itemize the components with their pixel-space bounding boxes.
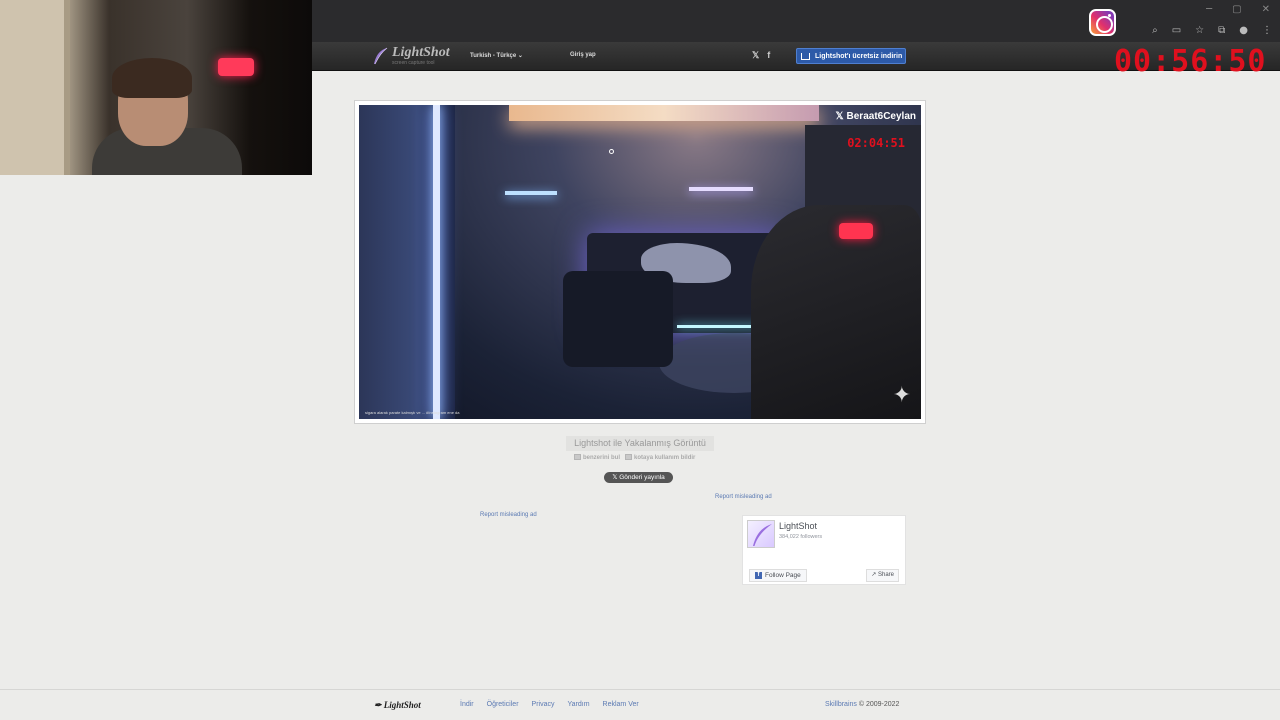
footer-logo[interactable]: ✒ LightShot bbox=[374, 700, 421, 711]
report-abuse-link[interactable]: kotaya kullanım bildir bbox=[625, 454, 695, 461]
copyright: Skillbrains © 2009-2022 bbox=[825, 701, 899, 708]
extensions-icon[interactable]: ⧉ bbox=[1218, 25, 1225, 36]
social-links: 𝕏 f bbox=[752, 50, 770, 61]
shelf-right bbox=[689, 187, 753, 191]
find-similar-link[interactable]: benzerini bul bbox=[574, 454, 620, 461]
footer-link-privacy[interactable]: Privacy bbox=[532, 701, 555, 708]
caption-links: benzerini bul kotaya kullanım bildir bbox=[574, 454, 695, 461]
stream-timer: 02:04:51 bbox=[847, 136, 905, 150]
screenshot-frame: 𝕏 Beraat6Ceylan 02:04:51 sigara alarak p… bbox=[354, 100, 926, 424]
led-strip bbox=[433, 105, 440, 419]
stream-caption: sigara alarak parate kalmıştı ve ... #In… bbox=[365, 410, 460, 415]
skillbrains-link[interactable]: Skillbrains bbox=[825, 701, 857, 708]
image-caption-title: Lightshot ile Yakalanmış Görüntü bbox=[566, 436, 714, 451]
share-icon: ↗ bbox=[871, 572, 878, 578]
close-button[interactable]: ✕ bbox=[1262, 4, 1270, 15]
flag-icon bbox=[625, 454, 633, 460]
cursor-ring bbox=[609, 149, 614, 154]
shelf-left bbox=[505, 191, 557, 195]
footer-links: İndir Öğreticiler Privacy Yardım Reklam … bbox=[460, 701, 639, 708]
share-button[interactable]: ↗ Share bbox=[866, 569, 899, 582]
ceiling-light bbox=[509, 105, 819, 121]
report-ad-link-left[interactable]: Report misleading ad bbox=[480, 512, 537, 518]
red-light bbox=[839, 223, 873, 239]
instagram-icon bbox=[1089, 9, 1116, 36]
feather-icon bbox=[374, 47, 388, 65]
x-logo-icon: 𝕏 bbox=[835, 111, 844, 122]
footer-logo-text: LightShot bbox=[383, 700, 421, 710]
window-controls: ─ ▢ ✕ bbox=[1206, 4, 1270, 15]
zoom-icon[interactable]: ⌕ bbox=[1152, 25, 1158, 36]
download-button-label: Lightshot'ı ücretsiz indirin bbox=[815, 52, 903, 60]
image-icon bbox=[574, 454, 581, 460]
footer-link-help[interactable]: Yardım bbox=[567, 701, 589, 708]
follower-count: 384,022 followers bbox=[779, 534, 823, 540]
follow-page-label: Follow Page bbox=[765, 572, 801, 579]
streamer-name: Beraat6Ceylan bbox=[846, 111, 916, 122]
maximize-button[interactable]: ▢ bbox=[1232, 4, 1241, 15]
logo-tagline: screen capture tool bbox=[392, 60, 435, 66]
bookmark-star-icon[interactable]: ☆ bbox=[1195, 25, 1204, 36]
overlay-timer: 00:56:50 bbox=[1114, 44, 1267, 79]
sparkle-icon: ✦ bbox=[892, 383, 911, 408]
footer-link-advertise[interactable]: Reklam Ver bbox=[603, 701, 639, 708]
screenshot-image[interactable]: 𝕏 Beraat6Ceylan 02:04:51 sigara alarak p… bbox=[359, 105, 921, 419]
page-name[interactable]: LightShot bbox=[779, 521, 817, 531]
report-ad-link-right[interactable]: Report misleading ad bbox=[715, 494, 772, 500]
logo-name: LightShot bbox=[392, 45, 450, 60]
language-select[interactable]: Turkish - Türkçe ⌄ bbox=[470, 52, 523, 59]
page-avatar[interactable] bbox=[747, 520, 775, 548]
footer-link-download[interactable]: İndir bbox=[460, 701, 474, 708]
facebook-widget: LightShot 384,022 followers f Follow Pag… bbox=[742, 515, 906, 585]
copyright-text: © 2009-2022 bbox=[856, 701, 900, 708]
feather-icon: ✒ bbox=[374, 700, 384, 710]
facebook-icon: f bbox=[755, 572, 762, 579]
door bbox=[359, 105, 455, 419]
site-logo[interactable]: LightShot screen capture tool bbox=[372, 46, 450, 66]
tweet-button-label: Gönderi yayınla bbox=[619, 474, 665, 481]
report-abuse-label: kotaya kullanım bildir bbox=[634, 455, 696, 461]
download-button[interactable]: Lightshot'ı ücretsiz indirin bbox=[796, 48, 906, 64]
webcam-red-light bbox=[218, 58, 254, 76]
follow-page-button[interactable]: f Follow Page bbox=[749, 569, 807, 582]
tweet-button[interactable]: 𝕏 Gönderi yayınla bbox=[604, 472, 673, 483]
webcam-overlay bbox=[0, 0, 312, 175]
footer-link-tutorials[interactable]: Öğreticiler bbox=[487, 701, 519, 708]
menu-icon[interactable]: ⋮ bbox=[1262, 25, 1272, 36]
profile-icon[interactable]: ● bbox=[1239, 25, 1248, 36]
minimize-button[interactable]: ─ bbox=[1206, 4, 1212, 15]
streamer-tag: 𝕏 Beraat6Ceylan bbox=[835, 111, 916, 122]
webcam-person-hair bbox=[112, 58, 192, 98]
share-label: Share bbox=[877, 572, 894, 578]
site-footer: ✒ LightShot İndir Öğreticiler Privacy Ya… bbox=[0, 689, 1280, 720]
login-link[interactable]: Giriş yap bbox=[570, 52, 596, 58]
find-similar-label: benzerini bul bbox=[583, 455, 621, 461]
browser-toolbar: ⌕ ▭ ☆ ⧉ ● ⋮ bbox=[1152, 25, 1272, 36]
webcam-door bbox=[0, 0, 70, 175]
twitter-icon[interactable]: 𝕏 bbox=[752, 50, 759, 61]
download-icon bbox=[801, 52, 810, 60]
chair bbox=[563, 271, 673, 367]
facebook-icon[interactable]: f bbox=[767, 50, 770, 61]
cast-icon[interactable]: ▭ bbox=[1172, 25, 1181, 36]
feather-icon bbox=[753, 524, 772, 546]
